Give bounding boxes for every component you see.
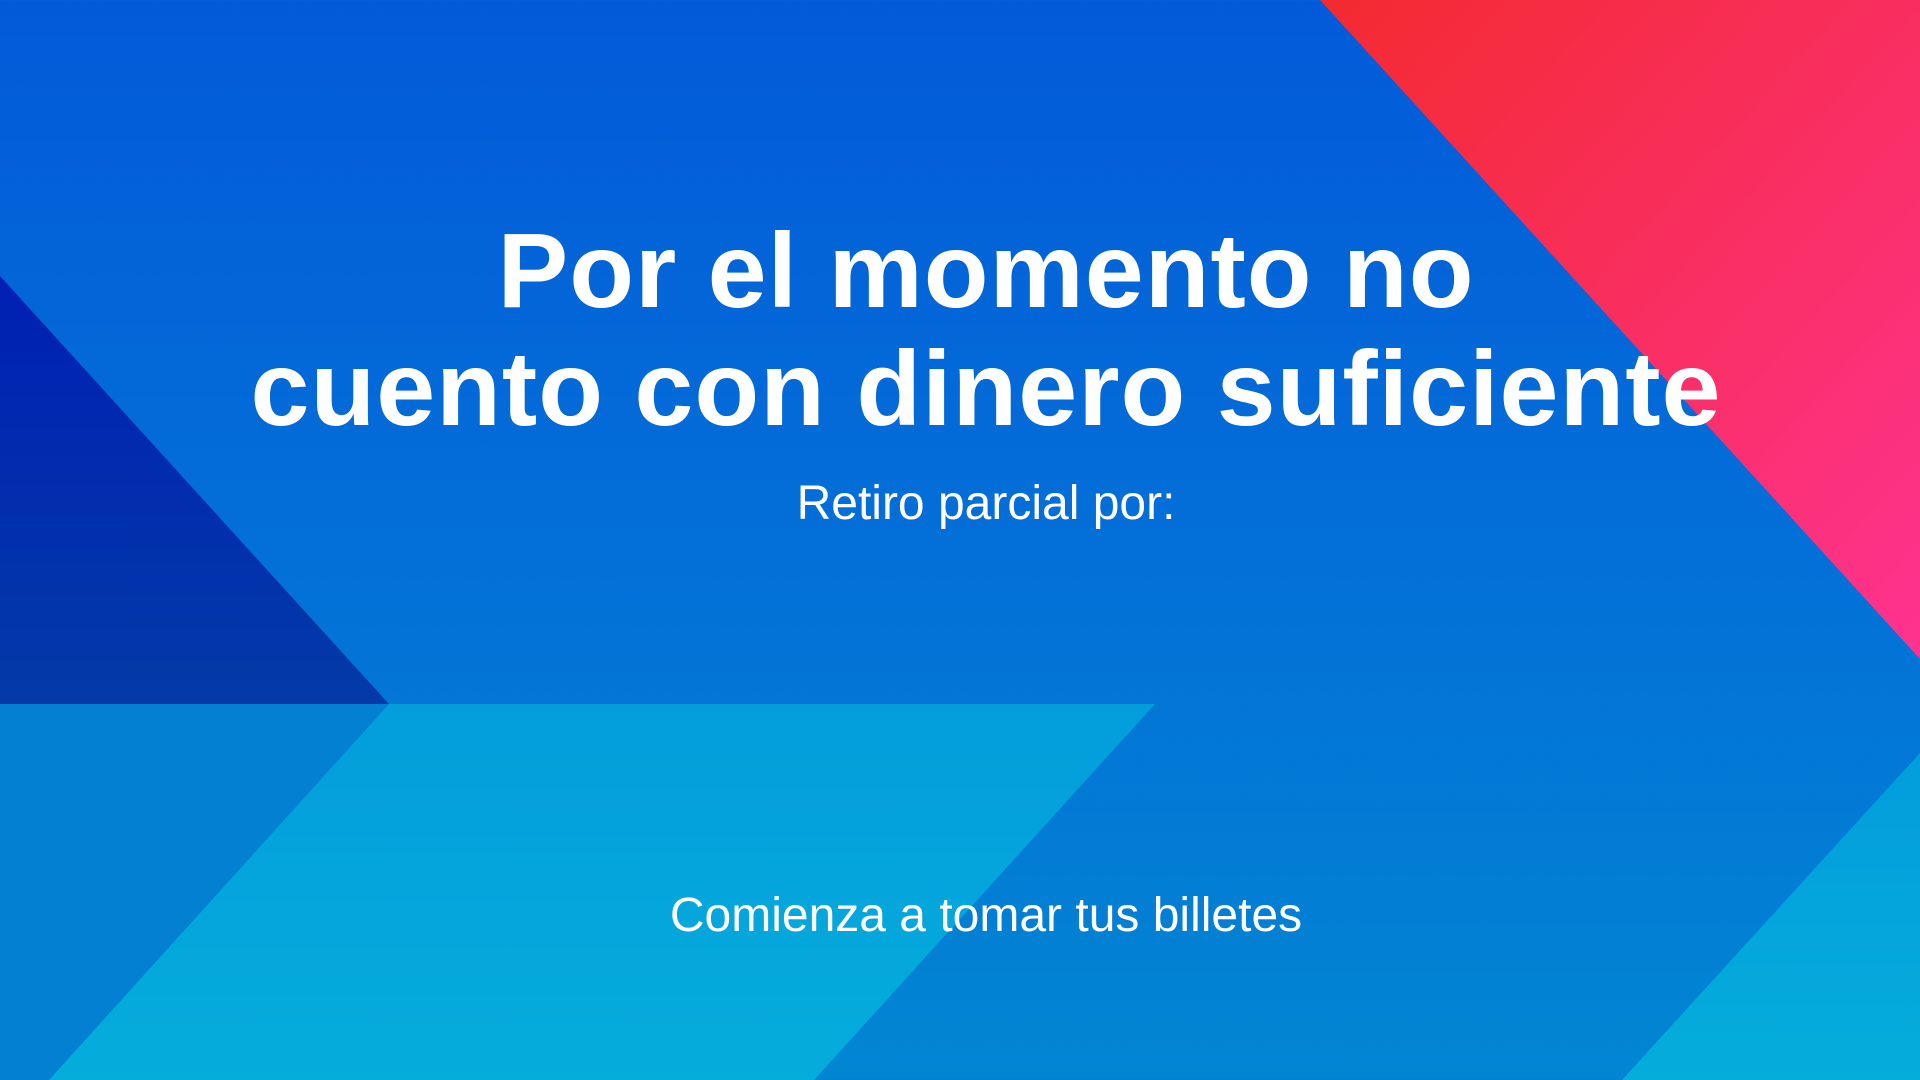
- partial-withdrawal-label: Retiro parcial por:: [796, 477, 1176, 530]
- page-title: Por el momento no cuento con dinero sufi…: [0, 212, 1920, 448]
- take-bills-prompt[interactable]: Comienza a tomar tus billetes: [0, 886, 1920, 946]
- title-line-1: Por el momento no: [497, 212, 1475, 330]
- title-line-2: cuento con dinero suficiente: [250, 330, 1722, 448]
